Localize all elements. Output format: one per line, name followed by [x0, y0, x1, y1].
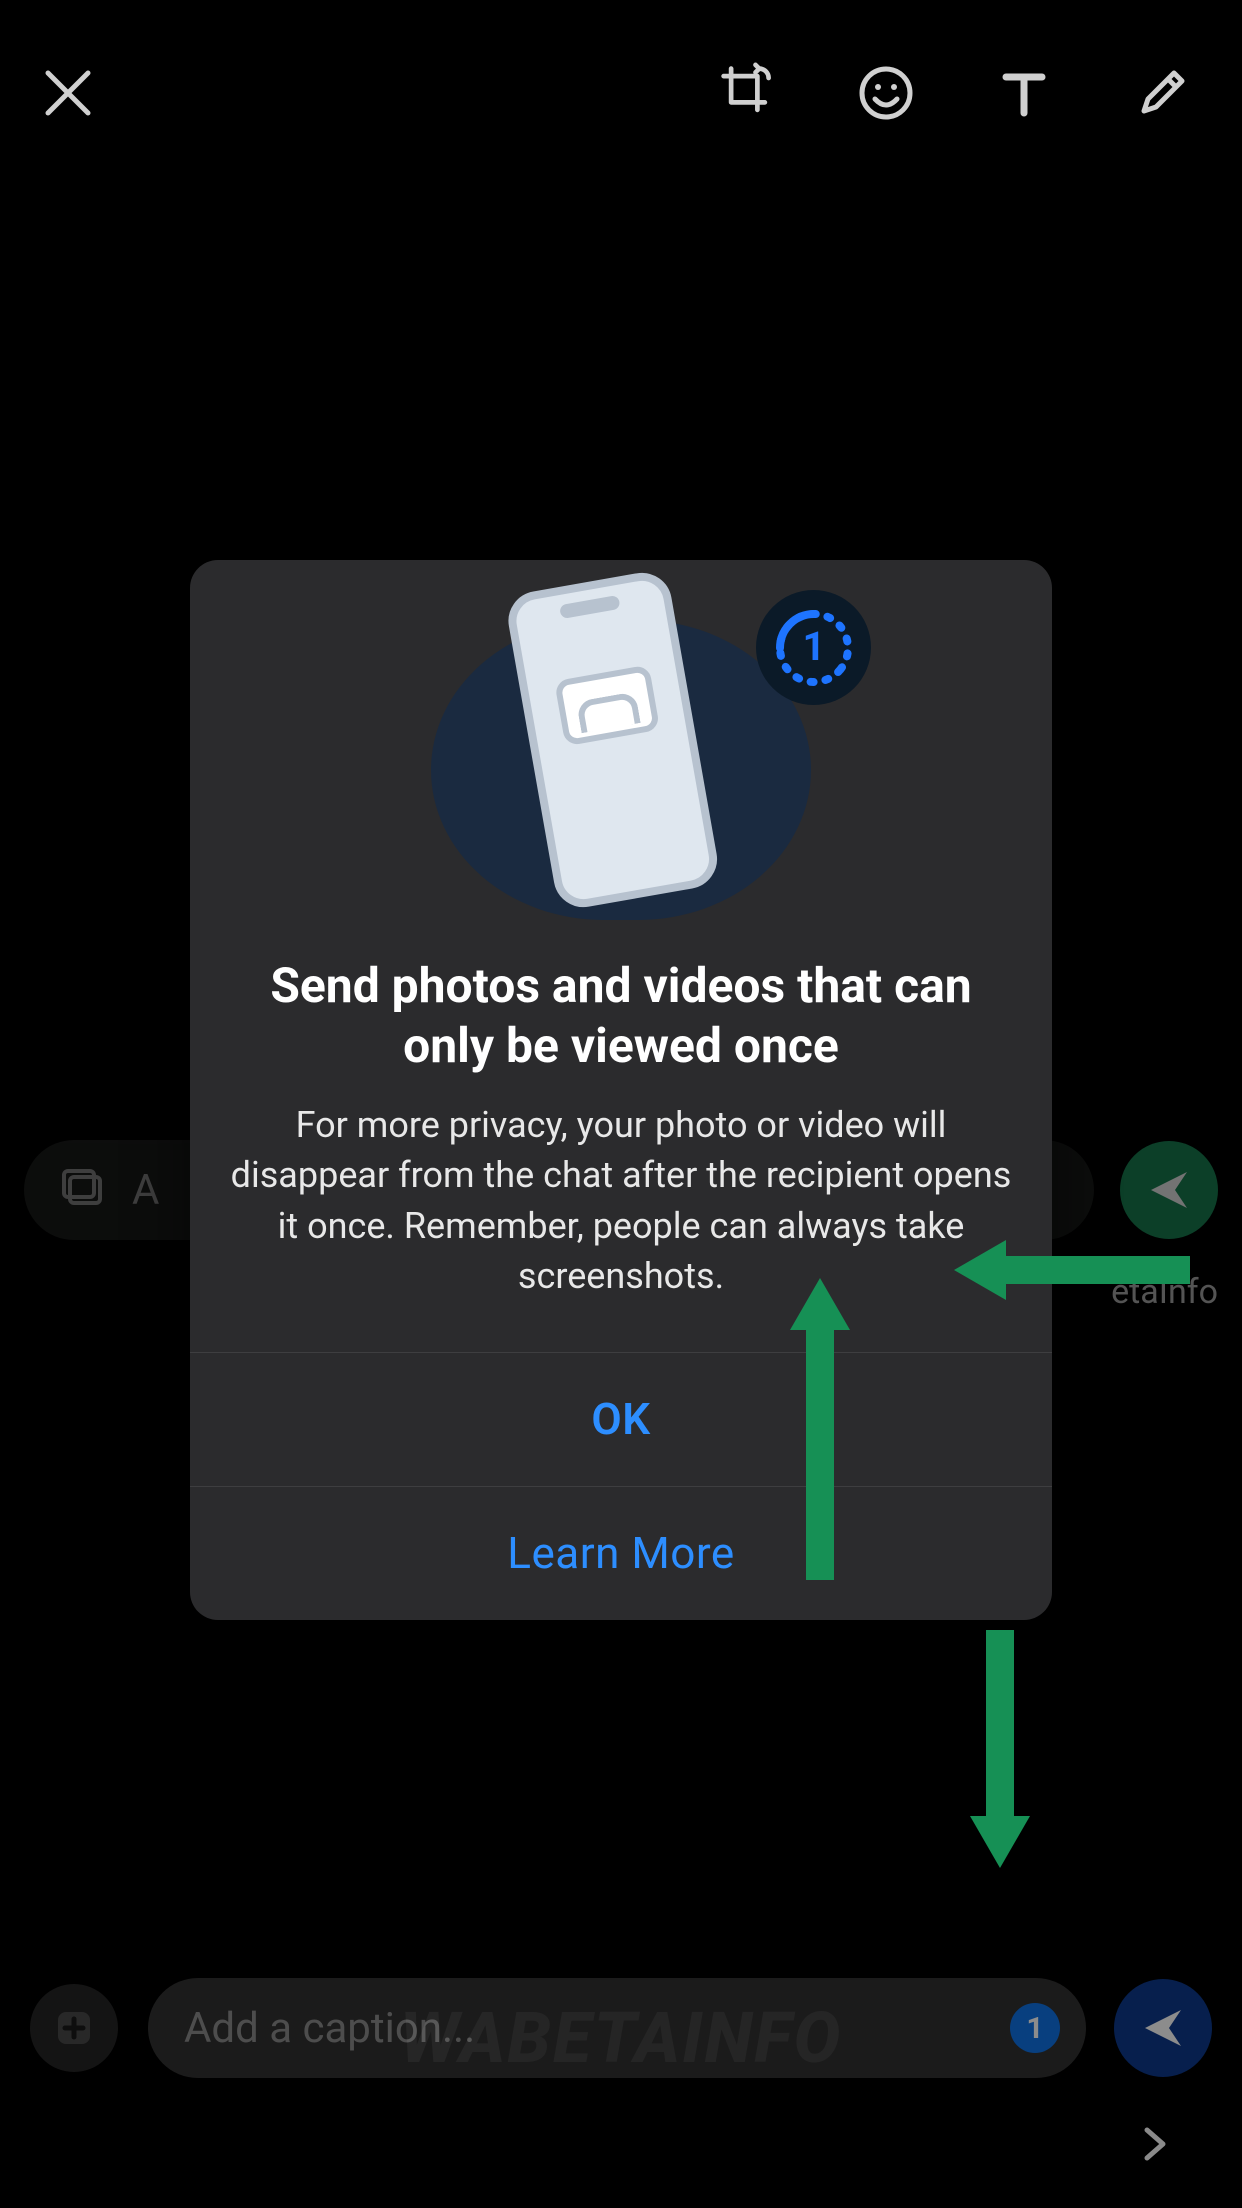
annotation-arrow-down	[940, 1620, 1060, 1880]
view-once-number: 1	[802, 623, 825, 670]
chevron-right-icon	[1141, 2124, 1171, 2168]
view-once-badge-icon: 1	[756, 590, 871, 705]
caption-placeholder: Add a caption...	[184, 2004, 475, 2053]
annotation-arrow-up	[760, 1270, 880, 1590]
send-button[interactable]	[1114, 1979, 1212, 2077]
phone-icon	[504, 568, 722, 912]
add-media-button[interactable]	[30, 1984, 118, 2072]
learn-more-button[interactable]: Learn More	[190, 1487, 1052, 1620]
caption-input[interactable]: Add a caption... 1	[148, 1978, 1086, 2078]
annotation-arrow-left	[940, 1210, 1200, 1330]
illustration-blob: 1	[431, 620, 811, 920]
caption-bar: Add a caption... 1	[30, 1978, 1212, 2078]
image-bubble-icon	[554, 665, 660, 747]
view-once-toggle[interactable]: 1	[1010, 2003, 1060, 2053]
modal-illustration: 1	[190, 560, 1052, 920]
view-once-info-modal: 1 Send photos and videos that can only b…	[190, 560, 1052, 1620]
ok-button[interactable]: OK	[190, 1353, 1052, 1486]
modal-title: Send photos and videos that can only be …	[190, 920, 1052, 1076]
modal-body-text: For more privacy, your photo or video wi…	[190, 1076, 1052, 1352]
